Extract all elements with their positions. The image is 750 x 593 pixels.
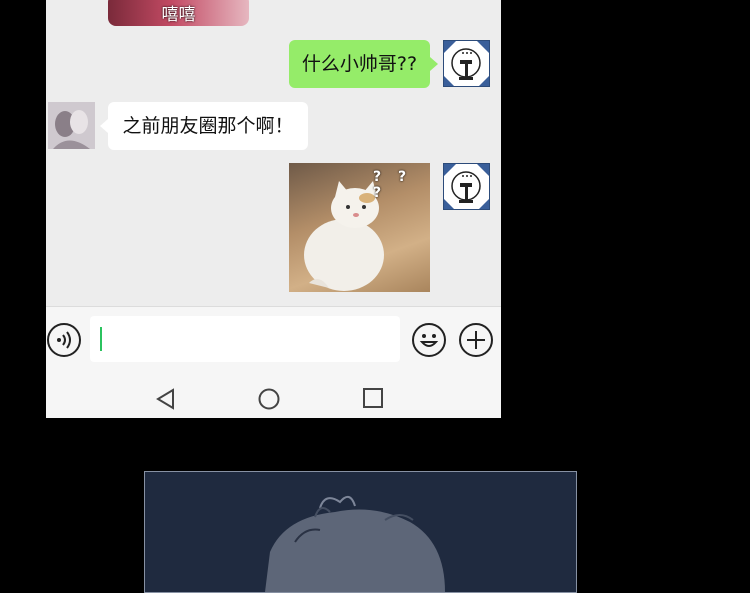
voice-button[interactable] [47, 323, 81, 357]
text-caret [100, 327, 102, 351]
system-nav-bar [46, 372, 501, 418]
back-icon[interactable] [154, 387, 176, 411]
sent-message-bubble[interactable]: 什么小帅哥?? [289, 40, 438, 88]
emoji-button[interactable] [412, 323, 446, 357]
emoji-icon [419, 334, 439, 347]
input-bar [46, 306, 501, 373]
voice-icon [57, 331, 71, 349]
more-button[interactable] [459, 323, 493, 357]
my-avatar[interactable] [443, 163, 490, 210]
sticker-image[interactable]: 嘻嘻 [108, 0, 249, 26]
comic-panel-illustration [144, 471, 577, 593]
my-avatar-icon [444, 41, 489, 86]
my-avatar-icon [444, 164, 489, 209]
character-illustration [265, 495, 445, 592]
message-text: 什么小帅哥?? [301, 53, 418, 75]
plus-icon [467, 331, 485, 349]
my-avatar[interactable] [443, 40, 490, 87]
home-icon[interactable] [257, 387, 281, 411]
recent-apps-icon[interactable] [362, 387, 384, 409]
chat-screen: 嘻嘻 什么小帅哥?? 之前朋友圈那个啊！ ? ? ? [46, 0, 501, 418]
message-text: 之前朋友圈那个啊！ [122, 115, 294, 137]
message-input[interactable] [90, 316, 400, 362]
cat-image-message[interactable]: ? ? ? [289, 163, 430, 292]
received-message-bubble[interactable]: 之前朋友圈那个啊！ [100, 102, 308, 150]
contact-avatar-icon [48, 102, 95, 149]
image-caption: ? ? ? [373, 169, 413, 201]
sticker-caption: 嘻嘻 [161, 5, 196, 25]
contact-avatar[interactable] [48, 102, 95, 149]
